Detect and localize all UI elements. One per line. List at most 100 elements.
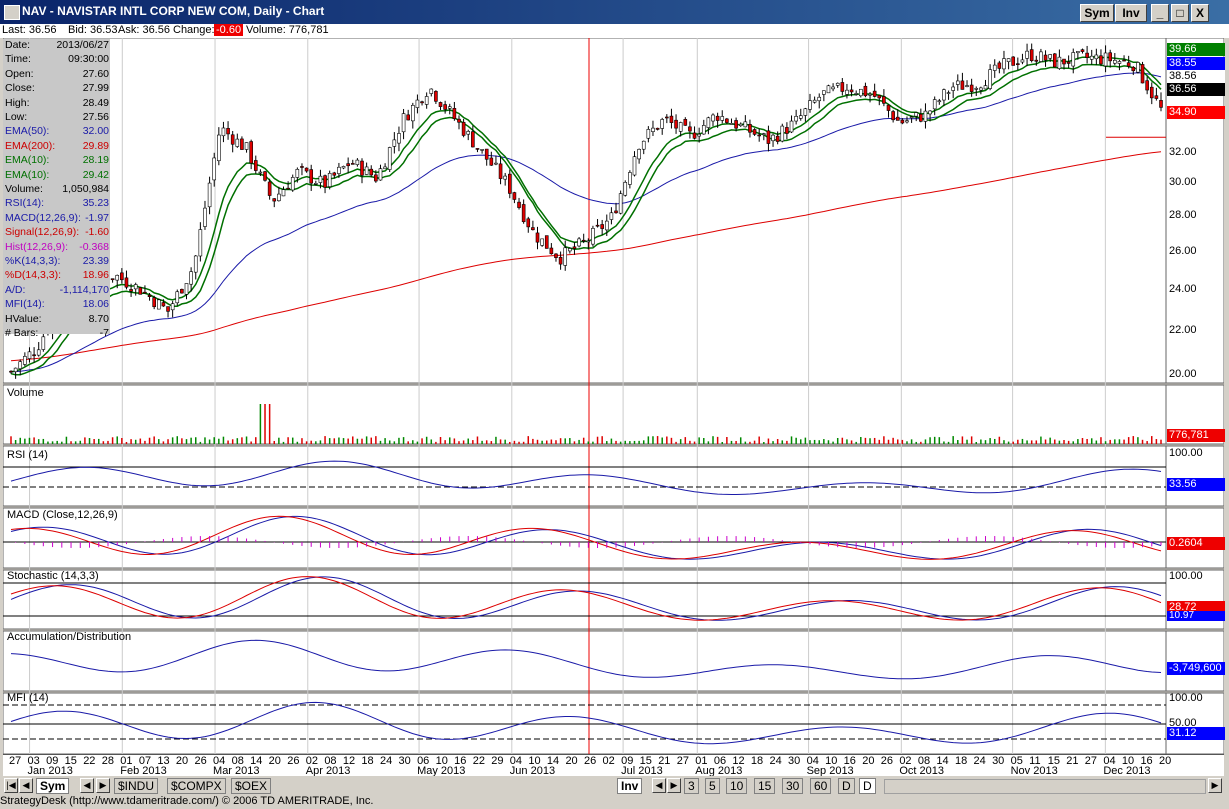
- candle-body: [835, 82, 840, 86]
- data-window-label: Volume:: [5, 183, 43, 195]
- scroll-right-icon[interactable]: ▶: [1208, 778, 1222, 793]
- scroll-first-icon[interactable]: |◀: [4, 778, 18, 793]
- rsi-pane-title: RSI (14): [7, 449, 48, 461]
- period-10[interactable]: 10: [726, 778, 748, 794]
- tab-indu[interactable]: $INDU: [114, 778, 159, 794]
- candle-body: [1020, 59, 1025, 63]
- candle-body: [780, 125, 785, 142]
- quote-volume: Volume: 776,781: [246, 24, 329, 36]
- candle-body: [420, 101, 424, 104]
- price-tag-ema10b: 38.56: [1167, 70, 1225, 83]
- candle-body: [484, 148, 489, 160]
- period-scroll-right-icon[interactable]: ▶: [667, 778, 681, 793]
- candle-body: [1006, 58, 1011, 62]
- period-d[interactable]: D: [838, 778, 855, 794]
- period-d-active[interactable]: D: [859, 778, 876, 794]
- candle-body: [180, 288, 184, 294]
- x-tick-day: 27: [9, 755, 22, 767]
- horizontal-scrollbar[interactable]: [884, 779, 1206, 794]
- candle-body: [568, 248, 572, 252]
- x-tick-day: 21: [1066, 755, 1079, 767]
- period-scroll-left-icon[interactable]: ◀: [652, 778, 666, 793]
- candle-body: [757, 134, 761, 137]
- close-icon[interactable]: X: [1191, 4, 1209, 22]
- candle-body: [32, 354, 36, 357]
- candle-body: [988, 69, 992, 89]
- candle-body: [378, 168, 383, 181]
- candle-body: [734, 120, 738, 129]
- candle-body: [531, 227, 535, 231]
- period-30[interactable]: 30: [782, 778, 804, 794]
- data-window-row: HValue: 8.70: [5, 313, 109, 328]
- candle-body: [318, 175, 323, 183]
- data-window-label: RSI(14):: [5, 197, 45, 210]
- tab-scroll-left-icon[interactable]: ◀: [80, 778, 94, 793]
- candle-body: [198, 229, 203, 257]
- candle-body: [253, 160, 258, 171]
- tab-scroll-right-icon[interactable]: ▶: [96, 778, 110, 793]
- mfi-tag: 31.12: [1167, 727, 1225, 740]
- ad-pane-title: Accumulation/Distribution: [7, 631, 132, 643]
- candle-body: [688, 126, 692, 132]
- inv-tab[interactable]: Inv: [617, 778, 643, 794]
- data-window-row: EMA(10): 28.19: [5, 154, 109, 169]
- candle-body: [965, 85, 969, 87]
- candle-body: [161, 302, 166, 307]
- data-window-label: EMA(200):: [5, 139, 56, 152]
- candle-body: [854, 93, 858, 95]
- candle-body: [166, 306, 170, 312]
- data-window-row: %D(14,3,3): 18.96: [5, 269, 109, 284]
- data-window-label: Low:: [5, 111, 28, 123]
- data-window-value: 27.99: [82, 82, 109, 95]
- data-window-label: Time:: [5, 53, 31, 66]
- period-3[interactable]: 3: [684, 778, 699, 794]
- candle-body: [249, 141, 253, 164]
- candle-body: [498, 163, 503, 179]
- candle-body: [891, 111, 895, 121]
- candle-body: [831, 86, 835, 90]
- data-window-value: 28.49: [82, 96, 109, 109]
- pane-frame: [3, 384, 1224, 445]
- period-5[interactable]: 5: [705, 778, 720, 794]
- candle-body: [1154, 95, 1159, 99]
- data-window-label: MFI(14):: [5, 298, 45, 311]
- x-tick-day: 20: [1159, 755, 1172, 767]
- inv-button[interactable]: Inv: [1115, 4, 1147, 22]
- candle-body: [309, 169, 314, 184]
- candle-body: [632, 156, 637, 176]
- chart-canvas[interactable]: [3, 38, 1224, 754]
- candle-body: [725, 118, 729, 123]
- sym-tab[interactable]: Sym: [36, 778, 70, 794]
- candle-body: [23, 356, 27, 365]
- period-15[interactable]: 15: [754, 778, 776, 794]
- candle-body: [424, 96, 429, 105]
- candle-body: [1108, 52, 1112, 62]
- y-tick: 24.00: [1169, 283, 1197, 295]
- candle-body: [738, 123, 743, 127]
- candle-body: [544, 235, 549, 249]
- candle-body: [138, 287, 143, 295]
- scroll-prev-icon[interactable]: ◀: [19, 778, 33, 793]
- candle-body: [1159, 100, 1163, 108]
- candle-body: [503, 175, 507, 180]
- volume-tag: 776,781: [1167, 429, 1225, 442]
- tab-compx[interactable]: $COMPX: [167, 778, 226, 794]
- sym-button[interactable]: Sym: [1080, 4, 1114, 22]
- candle-body: [323, 175, 327, 188]
- data-window-label: Hist(12,26,9):: [5, 240, 69, 253]
- candle-body: [295, 169, 300, 178]
- candle-body: [683, 119, 688, 126]
- candle-body: [13, 367, 18, 373]
- candle-body: [771, 134, 775, 142]
- ad-tag: -3,749,600: [1167, 662, 1225, 675]
- minimize-icon[interactable]: _: [1151, 4, 1169, 22]
- candle-body: [1140, 64, 1145, 84]
- volume-pane-title: Volume: [7, 387, 44, 399]
- data-window: Date: 2013/06/27 Time: 09:30:00 Open: 27.60 Cl…: [3, 39, 110, 339]
- candle-body: [290, 177, 295, 191]
- maximize-icon[interactable]: □: [1171, 4, 1189, 22]
- tab-oex[interactable]: $OEX: [231, 778, 272, 794]
- candle-body: [18, 361, 23, 370]
- candle-body: [120, 272, 124, 281]
- period-60[interactable]: 60: [810, 778, 832, 794]
